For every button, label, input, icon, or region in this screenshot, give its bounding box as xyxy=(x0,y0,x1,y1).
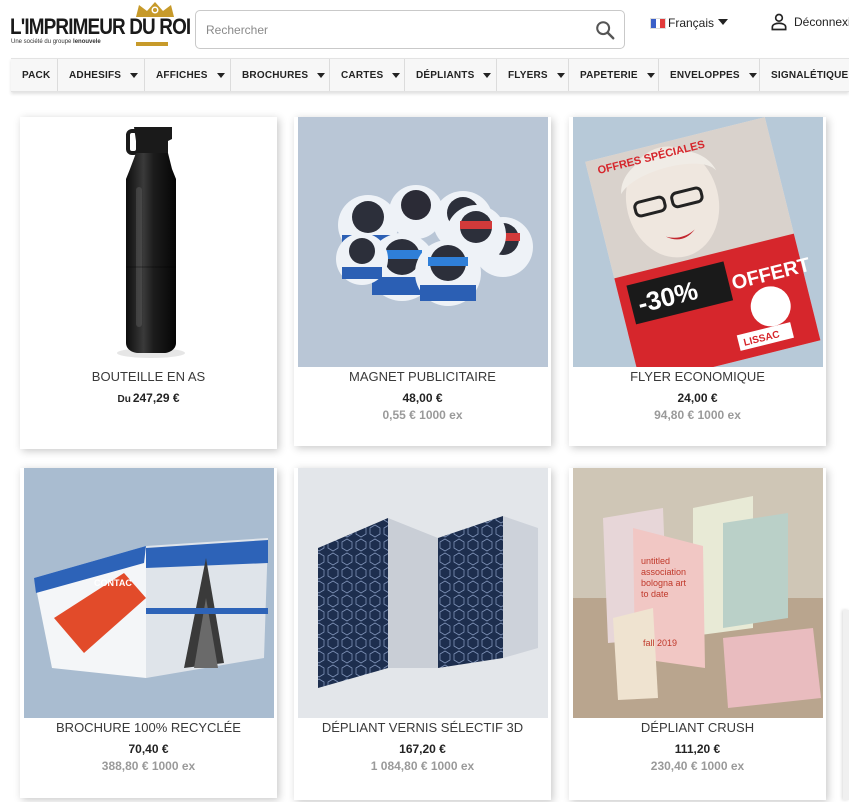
svg-text:association: association xyxy=(641,567,686,577)
product-card[interactable]: CONTAC BROCHURE 100% RECYCLÉE 70,40 € 38… xyxy=(20,468,277,798)
logo-underline xyxy=(136,42,168,46)
product-image-brochure[interactable]: CONTAC xyxy=(24,468,274,718)
search-icon[interactable] xyxy=(594,19,616,41)
svg-text:untitled: untitled xyxy=(641,556,670,566)
nav-item-signaletique[interactable]: SIGNALÉTIQUE xyxy=(760,59,849,91)
product-image-flyer[interactable]: -30% OFFERT OFFRES SPÉCIALES LISSAC xyxy=(573,117,823,367)
product-unit-price: 1 084,80 € 1000 ex xyxy=(370,759,475,773)
nav-item-papeterie[interactable]: PAPETERIE xyxy=(569,59,659,91)
chevron-down-icon xyxy=(718,18,729,25)
nav-item-enveloppes[interactable]: ENVELOPPES xyxy=(659,59,760,91)
logo-tagline: Une société du groupe lenouvele xyxy=(11,39,101,45)
svg-text:CONTAC: CONTAC xyxy=(94,578,132,588)
chevron-down-icon xyxy=(216,72,225,78)
chevron-down-icon xyxy=(556,72,565,78)
chevron-down-icon xyxy=(130,72,139,78)
product-price: 70,40 € xyxy=(128,742,169,756)
chevron-down-icon xyxy=(646,72,655,78)
product-card[interactable]: untitled association bologna art to date… xyxy=(569,468,826,800)
product-image-crush-leaflet[interactable]: untitled association bologna art to date… xyxy=(573,468,823,718)
magnet-image xyxy=(298,117,548,367)
flyer-image: -30% OFFERT OFFRES SPÉCIALES LISSAC xyxy=(573,117,823,367)
product-card[interactable]: -30% OFFERT OFFRES SPÉCIALES LISSAC FLYE… xyxy=(569,117,826,446)
main-nav: PACK ADHESIFS AFFICHES BROCHURES CARTES … xyxy=(11,58,849,92)
nav-item-brochures[interactable]: BROCHURES xyxy=(231,59,330,91)
search-box xyxy=(195,10,625,49)
svg-text:bologna art: bologna art xyxy=(641,578,687,588)
product-image-varnish-leaflet[interactable] xyxy=(298,468,548,718)
product-image-bottle[interactable] xyxy=(24,117,274,367)
logo-title: L'IMPRIMEUR DU ROI xyxy=(10,14,191,39)
varnish-leaflet-image xyxy=(298,468,548,718)
product-name[interactable]: BOUTEILLE EN AS xyxy=(20,369,277,384)
product-image-magnet[interactable] xyxy=(298,117,548,367)
language-selector[interactable]: Français xyxy=(650,15,729,31)
svg-text:fall 2019: fall 2019 xyxy=(643,638,677,648)
product-unit-price: 0,55 € 1000 ex xyxy=(382,408,463,422)
logout-link[interactable]: Déconnexi xyxy=(769,11,849,33)
bottle-image xyxy=(24,117,274,367)
product-price: 111,20 € xyxy=(674,742,721,756)
product-name[interactable]: DÉPLIANT CRUSH xyxy=(569,720,826,735)
nav-item-pack[interactable]: PACK xyxy=(11,59,58,91)
french-flag-icon xyxy=(650,17,666,29)
chevron-down-icon xyxy=(392,72,401,78)
nav-item-cartes[interactable]: CARTES xyxy=(330,59,405,91)
language-label: Français xyxy=(668,16,715,30)
product-unit-price: 94,80 € 1000 ex xyxy=(654,408,741,422)
nav-item-adhesifs[interactable]: ADHESIFS xyxy=(58,59,145,91)
product-price: 24,00 € xyxy=(677,391,718,405)
product-card[interactable]: DÉPLIANT VERNIS SÉLECTIF 3D 167,20 € 1 0… xyxy=(294,468,551,800)
chevron-down-icon xyxy=(483,72,492,78)
product-price: Du 247,29 € xyxy=(117,391,180,405)
search-input[interactable] xyxy=(206,20,586,40)
product-name[interactable]: FLYER ECONOMIQUE xyxy=(569,369,826,384)
product-card[interactable]: BOUTEILLE EN AS Du 247,29 € xyxy=(20,117,277,449)
product-name[interactable]: BROCHURE 100% RECYCLÉE xyxy=(20,720,277,735)
user-icon xyxy=(771,13,787,31)
chevron-down-icon xyxy=(748,72,757,78)
product-card[interactable]: MAGNET PUBLICITAIRE 48,00 € 0,55 € 1000 … xyxy=(294,117,551,446)
crush-leaflet-image: untitled association bologna art to date… xyxy=(573,468,823,718)
next-card-edge xyxy=(843,610,849,800)
svg-text:to date: to date xyxy=(641,589,669,599)
chevron-down-icon xyxy=(317,72,326,78)
product-price: 167,20 € xyxy=(399,742,446,756)
nav-item-flyers[interactable]: FLYERS xyxy=(497,59,569,91)
site-logo[interactable]: L'IMPRIMEUR DU ROI Une société du groupe… xyxy=(10,2,191,48)
product-unit-price: 388,80 € 1000 ex xyxy=(101,759,196,773)
site-header: L'IMPRIMEUR DU ROI Une société du groupe… xyxy=(0,0,849,58)
nav-item-depliants[interactable]: DÉPLIANTS xyxy=(405,59,497,91)
product-price: 48,00 € xyxy=(402,391,443,405)
logout-label: Déconnexi xyxy=(794,15,849,29)
product-name[interactable]: DÉPLIANT VERNIS SÉLECTIF 3D xyxy=(294,720,551,735)
nav-item-affiches[interactable]: AFFICHES xyxy=(145,59,231,91)
brochure-image: CONTAC xyxy=(24,468,274,718)
product-unit-price: 230,40 € 1000 ex xyxy=(650,759,745,773)
product-name[interactable]: MAGNET PUBLICITAIRE xyxy=(294,369,551,384)
